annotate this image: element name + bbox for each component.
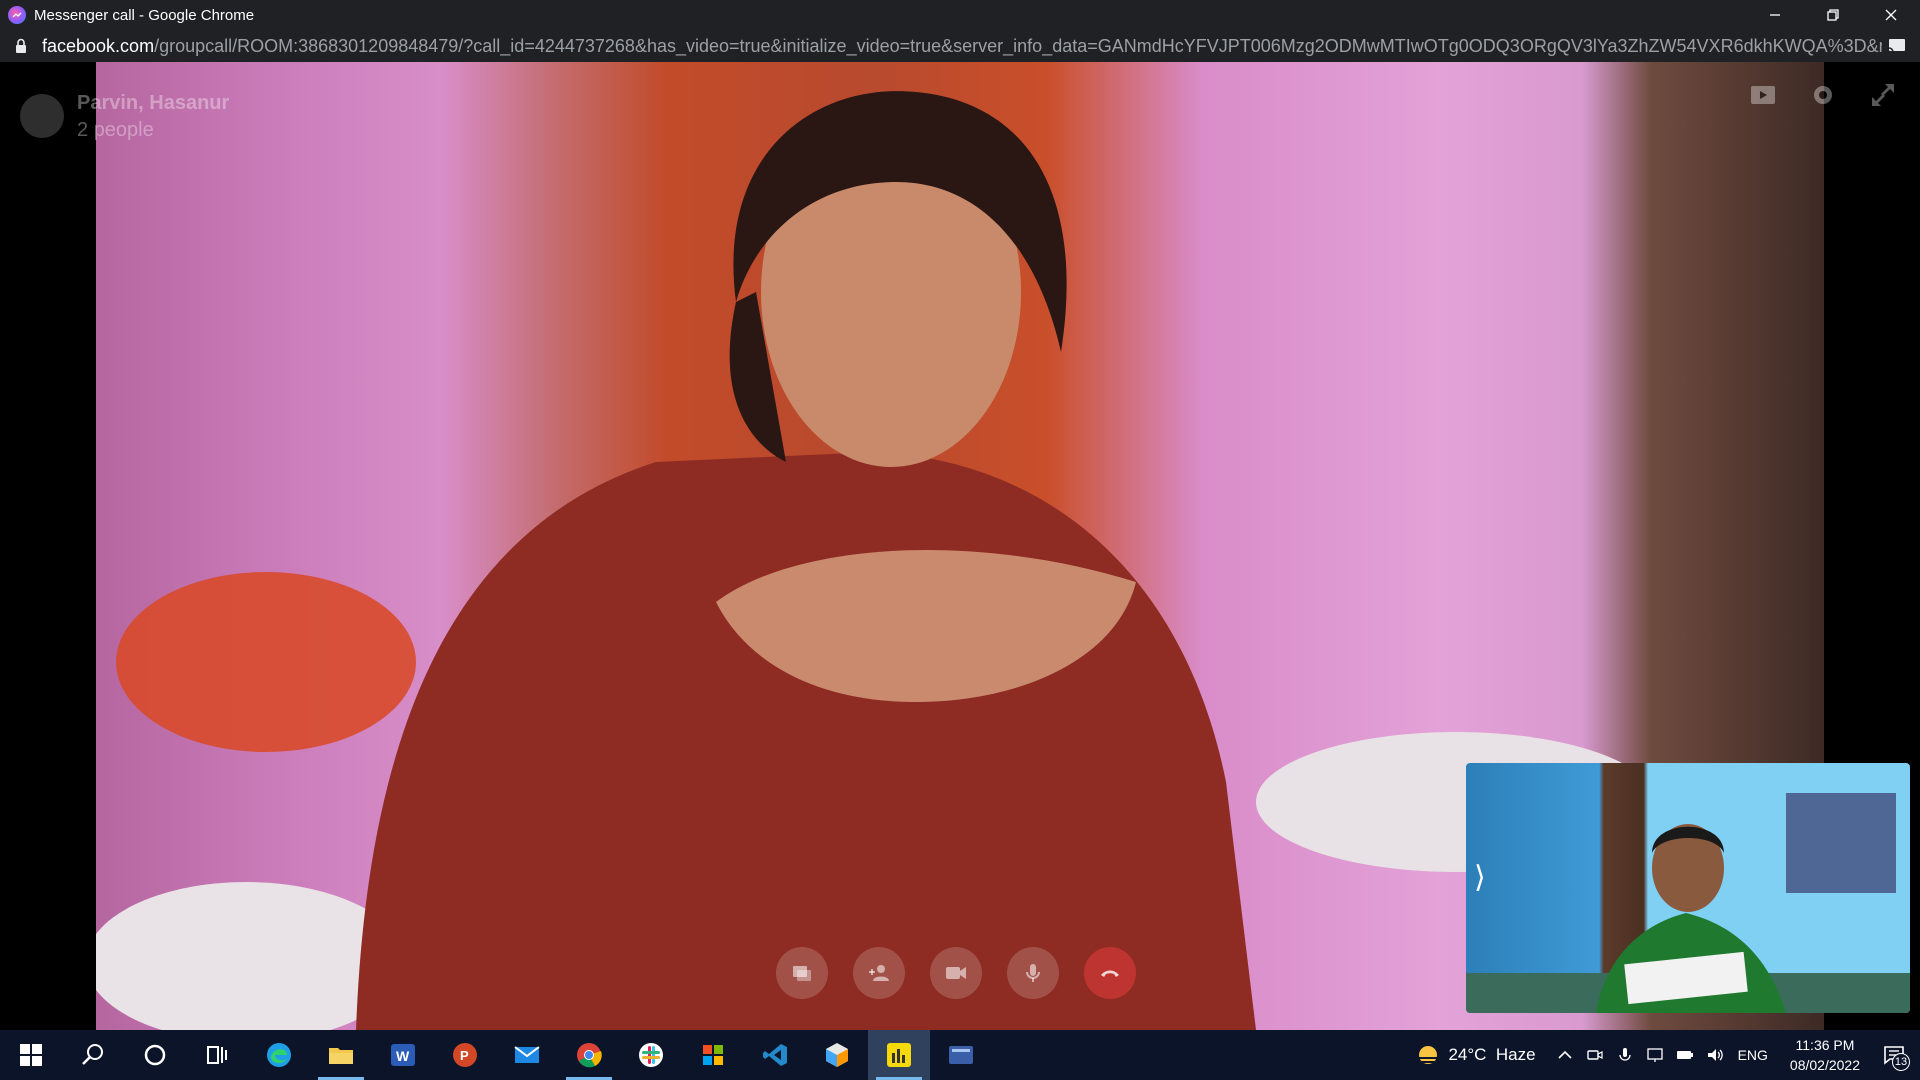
- call-name: Parvin, Hasanur: [77, 92, 230, 114]
- address-bar[interactable]: facebook.com/groupcall/ROOM:386830120984…: [0, 30, 1920, 62]
- collapse-preview-chevron-icon[interactable]: ⟩: [1474, 863, 1486, 893]
- video-toggle-button[interactable]: [930, 947, 982, 999]
- svg-text:W: W: [396, 1048, 410, 1064]
- lock-icon: [16, 38, 26, 53]
- messenger-icon: [8, 6, 26, 24]
- vscode-icon: [763, 1044, 787, 1066]
- call-controls: [776, 947, 1136, 999]
- add-person-button[interactable]: [853, 947, 905, 999]
- slack-icon: [639, 1043, 663, 1067]
- taskbar-mail[interactable]: [496, 1030, 558, 1080]
- url-path: /groupcall/ROOM:3868301209848479/?call_i…: [154, 35, 1882, 56]
- group-avatar-icon: [20, 94, 64, 138]
- windows-taskbar: W P 24°C Haze ENG 11:36 PM 08/02/2022 13: [0, 1030, 1920, 1080]
- url-text[interactable]: facebook.com/groupcall/ROOM:386830120984…: [42, 36, 1882, 57]
- call-area: Parvin, Hasanur 2 people ⟩: [0, 62, 1920, 1030]
- clock-date: 08/02/2022: [1789, 1057, 1860, 1073]
- window-app-icon: [949, 1046, 973, 1064]
- taskbar-active-app[interactable]: [868, 1030, 930, 1080]
- url-host: facebook.com: [42, 35, 155, 56]
- microphone-in-use-icon[interactable]: [1610, 1046, 1640, 1064]
- end-call-button[interactable]: [1084, 947, 1136, 999]
- browser-title-bar: Messenger call - Google Chrome: [0, 0, 1920, 30]
- taskbar-slack[interactable]: [620, 1030, 682, 1080]
- weather-description: Haze: [1495, 1045, 1536, 1064]
- share-screen-button[interactable]: [776, 947, 828, 999]
- search-button[interactable]: [62, 1030, 124, 1080]
- weather-widget[interactable]: 24°C Haze: [1416, 1043, 1536, 1067]
- volume-icon[interactable]: [1700, 1046, 1730, 1064]
- picture-in-picture-icon[interactable]: [1748, 80, 1778, 110]
- weather-haze-icon: [1419, 1046, 1438, 1064]
- taskbar-file-explorer[interactable]: [310, 1030, 372, 1080]
- task-view-button[interactable]: [186, 1030, 248, 1080]
- task-view-icon: [207, 1046, 227, 1064]
- powerpoint-icon: P: [453, 1043, 477, 1067]
- taskbar-vscode[interactable]: [744, 1030, 806, 1080]
- local-participant-figure: [1466, 793, 1910, 1013]
- search-icon: [82, 1044, 103, 1065]
- self-video-preview[interactable]: ⟩: [1466, 763, 1910, 1013]
- system-clock[interactable]: 11:36 PM 08/02/2022: [1790, 1035, 1860, 1075]
- taskbar-chrome[interactable]: [558, 1030, 620, 1080]
- svg-text:P: P: [460, 1048, 469, 1063]
- system-tray: 24°C Haze ENG 11:36 PM 08/02/2022 13: [1416, 1030, 1920, 1080]
- taskbar-window-app[interactable]: [930, 1030, 992, 1080]
- weather-temperature: 24°C: [1448, 1045, 1487, 1064]
- window-title: Messenger call - Google Chrome: [34, 6, 255, 24]
- taskbar-3d-viewer[interactable]: [806, 1030, 868, 1080]
- chrome-icon: [577, 1043, 602, 1068]
- battery-icon[interactable]: [1670, 1046, 1700, 1064]
- word-icon: W: [391, 1044, 415, 1066]
- participant-count: 2 people: [77, 119, 154, 141]
- edge-icon: [267, 1043, 291, 1067]
- microphone-button[interactable]: [1007, 947, 1059, 999]
- start-button[interactable]: [0, 1030, 62, 1080]
- language-indicator[interactable]: ENG: [1738, 1047, 1768, 1063]
- notification-center-button[interactable]: 13: [1874, 1035, 1914, 1075]
- show-hidden-icons-chevron-icon[interactable]: [1550, 1046, 1580, 1064]
- mail-icon: [514, 1046, 540, 1063]
- close-button[interactable]: [1862, 0, 1920, 30]
- network-icon[interactable]: [1640, 1046, 1670, 1064]
- fullscreen-icon[interactable]: [1868, 80, 1898, 110]
- cube-icon: [826, 1043, 848, 1067]
- restore-button[interactable]: [1804, 0, 1862, 30]
- windows-logo-icon: [20, 1044, 42, 1066]
- taskbar-store[interactable]: [682, 1030, 744, 1080]
- cortana-icon: [144, 1044, 166, 1066]
- store-icon: [703, 1045, 723, 1065]
- taskbar-edge[interactable]: [248, 1030, 310, 1080]
- taskbar-word[interactable]: W: [372, 1030, 434, 1080]
- folder-icon: [329, 1048, 353, 1064]
- notification-count-badge: 13: [1892, 1053, 1910, 1071]
- settings-gear-icon[interactable]: [1808, 80, 1838, 110]
- taskbar-powerpoint[interactable]: P: [434, 1030, 496, 1080]
- cortana-button[interactable]: [124, 1030, 186, 1080]
- clock-time: 11:36 PM: [1795, 1037, 1855, 1053]
- camera-in-use-icon[interactable]: [1580, 1046, 1610, 1064]
- minimize-button[interactable]: [1746, 0, 1804, 30]
- cast-icon[interactable]: [1888, 38, 1906, 54]
- app-icon: [887, 1043, 911, 1067]
